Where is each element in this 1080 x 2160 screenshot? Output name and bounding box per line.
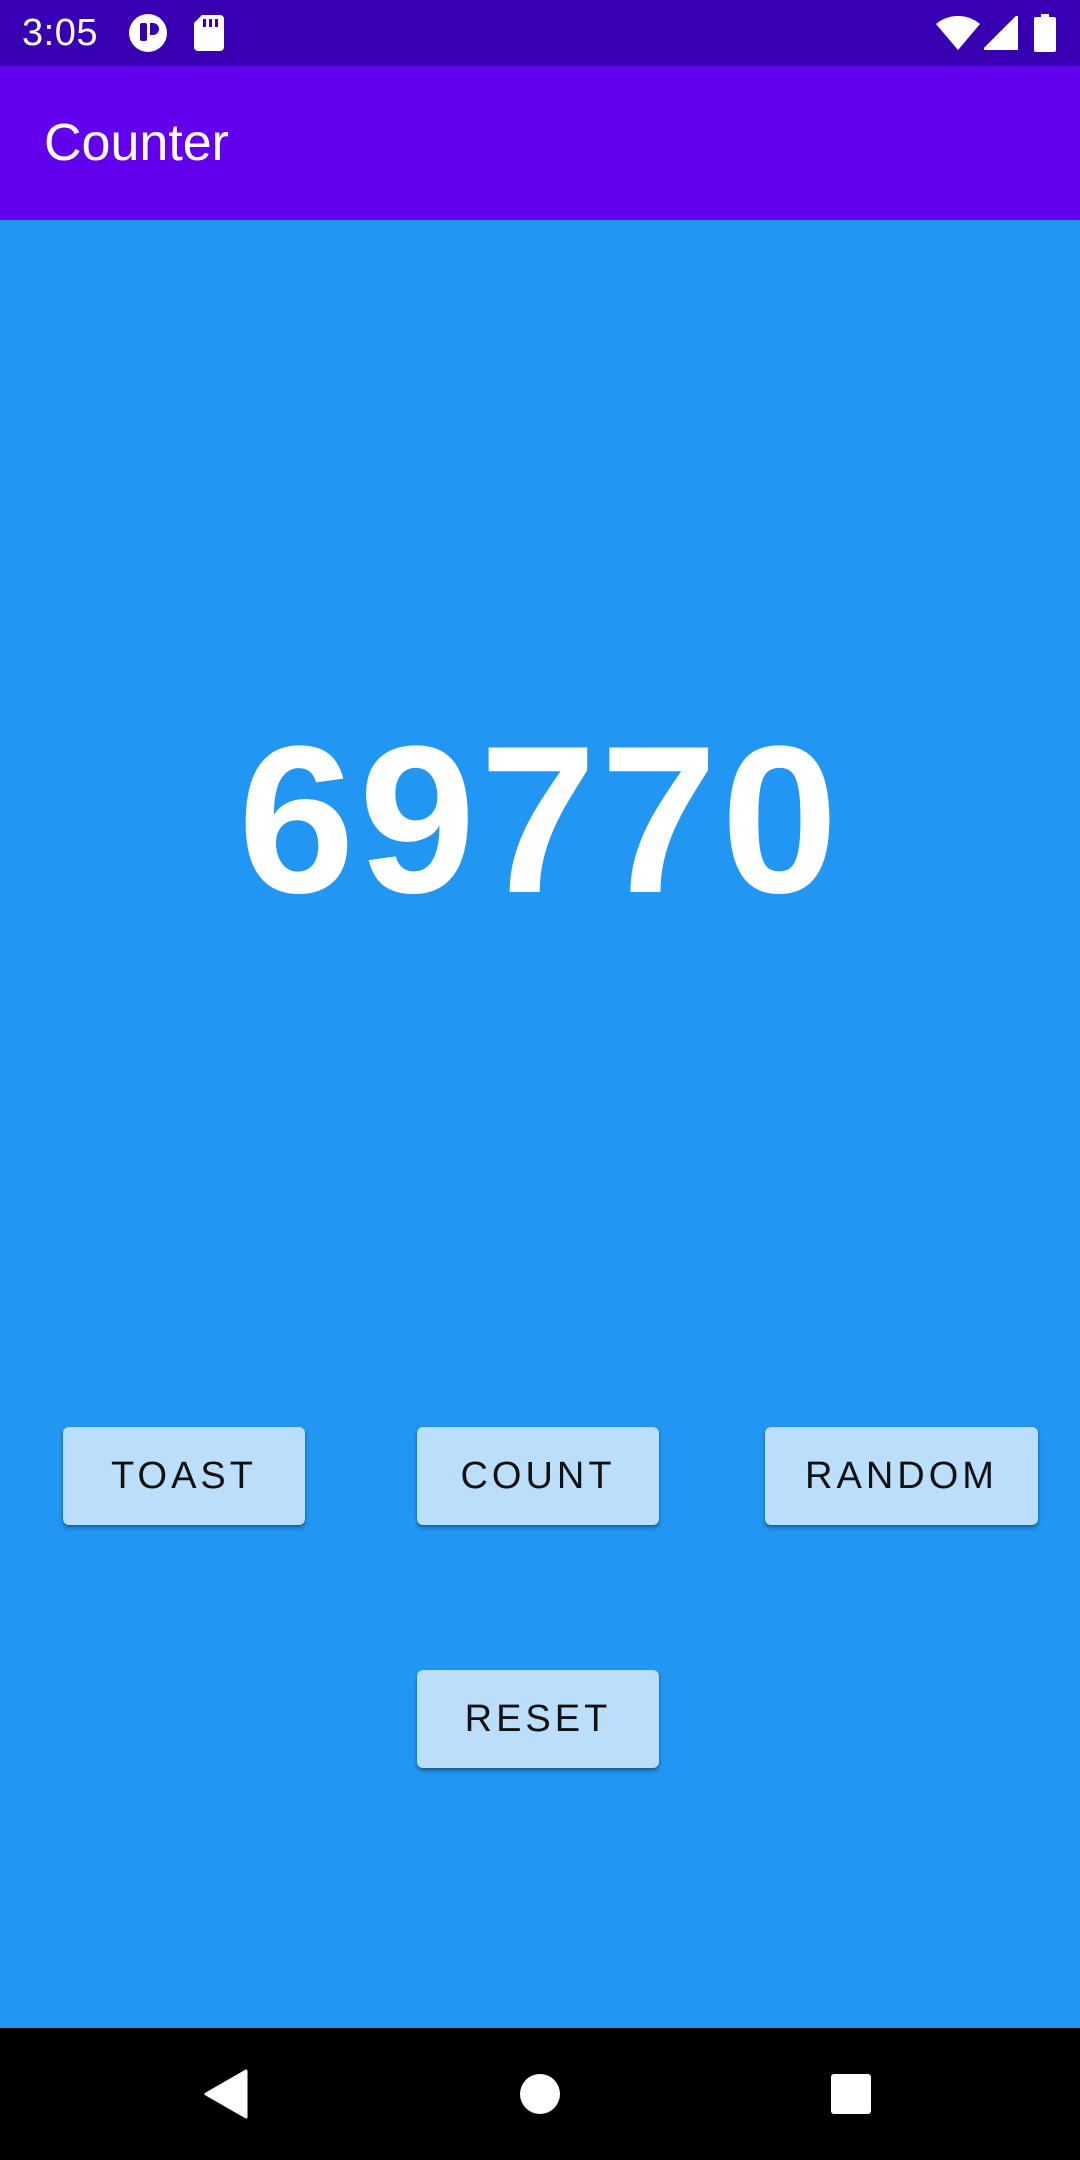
back-button[interactable]: [160, 2028, 292, 2160]
wifi-icon: [936, 0, 980, 66]
app-title: Counter: [44, 114, 229, 172]
toast-button-label: TOAST: [111, 1454, 257, 1497]
navigation-bar: [0, 2028, 1080, 2160]
counter-value: 69770: [238, 702, 842, 937]
reset-button[interactable]: RESET: [417, 1670, 659, 1768]
recents-icon: [831, 2074, 871, 2114]
home-icon: [520, 2074, 560, 2114]
status-time: 3:05: [22, 12, 98, 54]
cell-signal-icon: [984, 0, 1018, 66]
status-bar: 3:05: [0, 0, 1080, 66]
back-icon: [204, 2069, 248, 2119]
battery-icon: [1034, 0, 1056, 66]
app-bar: Counter: [0, 66, 1080, 220]
count-button-label: COUNT: [460, 1454, 616, 1497]
toast-button[interactable]: TOAST: [63, 1427, 305, 1525]
random-button-label: RANDOM: [805, 1454, 998, 1497]
count-button[interactable]: COUNT: [417, 1427, 659, 1525]
home-button[interactable]: [474, 2028, 606, 2160]
sd-card-icon: [194, 0, 224, 66]
random-button[interactable]: RANDOM: [765, 1427, 1038, 1525]
recents-button[interactable]: [785, 2028, 917, 2160]
reset-button-label: RESET: [464, 1697, 612, 1740]
shield-notification-icon: [128, 0, 168, 66]
screen: 3:05 Counter 69770 TOAST COUNT RANDOM RE…: [0, 0, 1080, 2160]
